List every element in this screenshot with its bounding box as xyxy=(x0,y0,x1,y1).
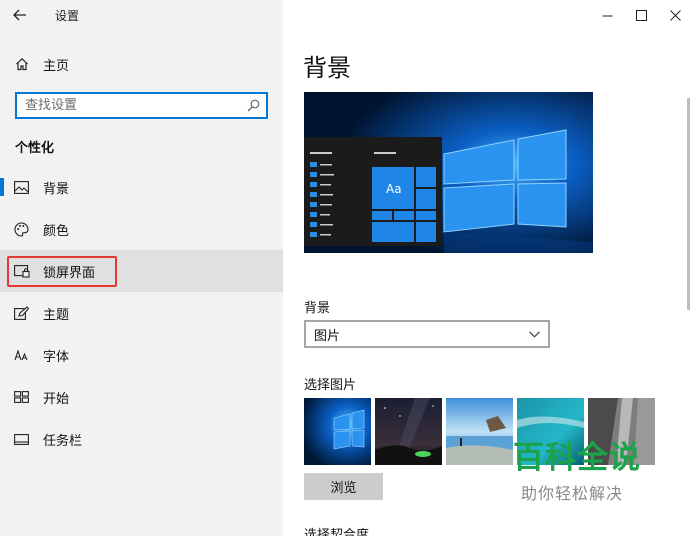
sidebar-item-label: 背景 xyxy=(43,181,70,197)
section-title: 个性化 xyxy=(15,141,55,156)
minimize-button[interactable] xyxy=(590,0,624,30)
start-icon xyxy=(0,391,43,403)
sidebar-item-label: 颜色 xyxy=(43,223,70,239)
sidebar-item-label: 主题 xyxy=(43,307,70,323)
sidebar-item-label: 任务栏 xyxy=(43,433,83,449)
background-type-dropdown[interactable]: 图片 xyxy=(304,320,550,348)
watermark: 百科全说 助你轻松解决 xyxy=(513,440,663,504)
preview-tile-text: Aa xyxy=(386,182,402,196)
watermark-main-text: 百科全说 xyxy=(513,440,641,476)
preview-wallpaper-image: Aa xyxy=(304,92,593,253)
sidebar-item-label: 开始 xyxy=(43,391,70,407)
close-button[interactable] xyxy=(658,0,692,30)
sidebar-item-label: 字体 xyxy=(43,349,70,365)
sidebar-item-colors[interactable]: 颜色 xyxy=(0,208,283,250)
home-label: 主页 xyxy=(43,58,70,74)
close-icon xyxy=(669,9,681,21)
background-label: 背景 xyxy=(304,301,331,316)
page-title: 背景 xyxy=(303,54,351,82)
highlight-box xyxy=(7,256,117,287)
thumbnail-night-sky[interactable] xyxy=(375,398,442,465)
back-arrow-icon xyxy=(13,9,26,21)
fit-label: 选择契合度 xyxy=(304,528,370,536)
picture-icon xyxy=(0,180,43,194)
desktop-preview: Aa xyxy=(304,92,593,253)
palette-icon xyxy=(0,221,43,237)
sidebar-item-start[interactable]: 开始 xyxy=(0,376,283,418)
sidebar-item-fonts[interactable]: 字体 xyxy=(0,334,283,376)
browse-button[interactable]: 浏览 xyxy=(304,473,383,500)
personalization-nav: 背景 颜色 锁屏界面 主题 字体 开始 任务栏 xyxy=(0,166,283,460)
font-icon xyxy=(0,348,43,362)
chevron-down-icon xyxy=(528,328,540,340)
search-input[interactable] xyxy=(25,98,246,113)
sidebar-item-background[interactable]: 背景 xyxy=(0,166,283,208)
choose-picture-label: 选择图片 xyxy=(304,378,357,393)
thumbnail-windows[interactable] xyxy=(304,398,371,465)
search-box[interactable] xyxy=(15,92,268,119)
sidebar-item-themes[interactable]: 主题 xyxy=(0,292,283,334)
minimize-icon xyxy=(602,15,612,16)
thumbnail-beach[interactable] xyxy=(446,398,513,465)
theme-icon xyxy=(0,306,43,320)
window-controls xyxy=(590,0,692,30)
sidebar-item-home[interactable]: 主页 xyxy=(0,48,283,80)
home-icon xyxy=(0,57,43,71)
search-icon[interactable] xyxy=(246,99,260,113)
maximize-button[interactable] xyxy=(624,0,658,30)
watermark-sub-text: 助你轻松解决 xyxy=(521,484,624,503)
sidebar-item-taskbar[interactable]: 任务栏 xyxy=(0,418,283,460)
app-title: 设置 xyxy=(55,8,80,23)
sidebar: 设置 主页 个性化 背景 颜色 xyxy=(0,0,283,536)
back-button[interactable] xyxy=(0,0,40,30)
selected-indicator xyxy=(0,178,4,196)
maximize-icon xyxy=(635,9,647,21)
scrollbar-thumb[interactable] xyxy=(687,98,690,310)
taskbar-icon xyxy=(0,433,43,445)
dropdown-value: 图片 xyxy=(314,328,341,344)
title-bar: 设置 xyxy=(0,0,283,30)
sidebar-item-lock-screen[interactable]: 锁屏界面 xyxy=(0,250,283,292)
